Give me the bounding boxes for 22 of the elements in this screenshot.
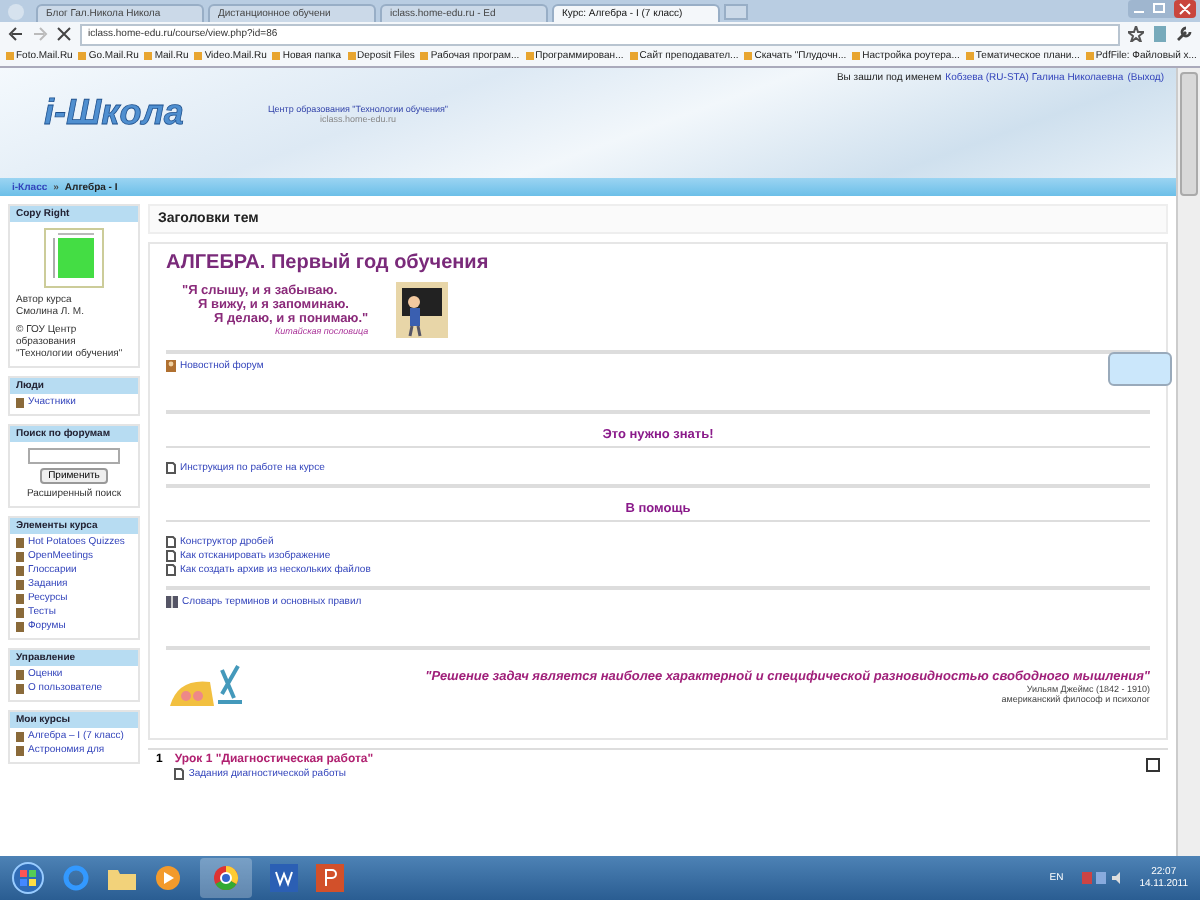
wrench-icon[interactable] (1176, 26, 1192, 42)
forum-icon (166, 360, 176, 372)
stop-icon[interactable] (56, 26, 72, 42)
word-icon[interactable] (270, 864, 298, 892)
media-player-icon[interactable] (154, 864, 182, 892)
course-title: АЛГЕБРА. Первый год обучения (166, 252, 491, 274)
pupil-at-blackboard-drawing (396, 282, 449, 338)
search-field[interactable] (28, 448, 120, 464)
scrollbar[interactable] (1176, 68, 1200, 856)
section-toggle[interactable] (1146, 758, 1160, 772)
assignment-icon (174, 768, 185, 780)
window-controls-icon[interactable] (1128, 0, 1196, 18)
start-button[interactable] (12, 862, 44, 894)
chrome-icon[interactable] (200, 858, 252, 898)
star-icon[interactable] (1128, 26, 1144, 42)
formula-drawing (44, 228, 104, 288)
book-icon (166, 596, 178, 608)
powerpoint-icon[interactable] (316, 864, 344, 892)
back-icon[interactable] (8, 26, 24, 42)
tray-icons[interactable] (1081, 870, 1122, 886)
folder-icon[interactable] (108, 866, 136, 890)
document-icon (166, 462, 176, 474)
